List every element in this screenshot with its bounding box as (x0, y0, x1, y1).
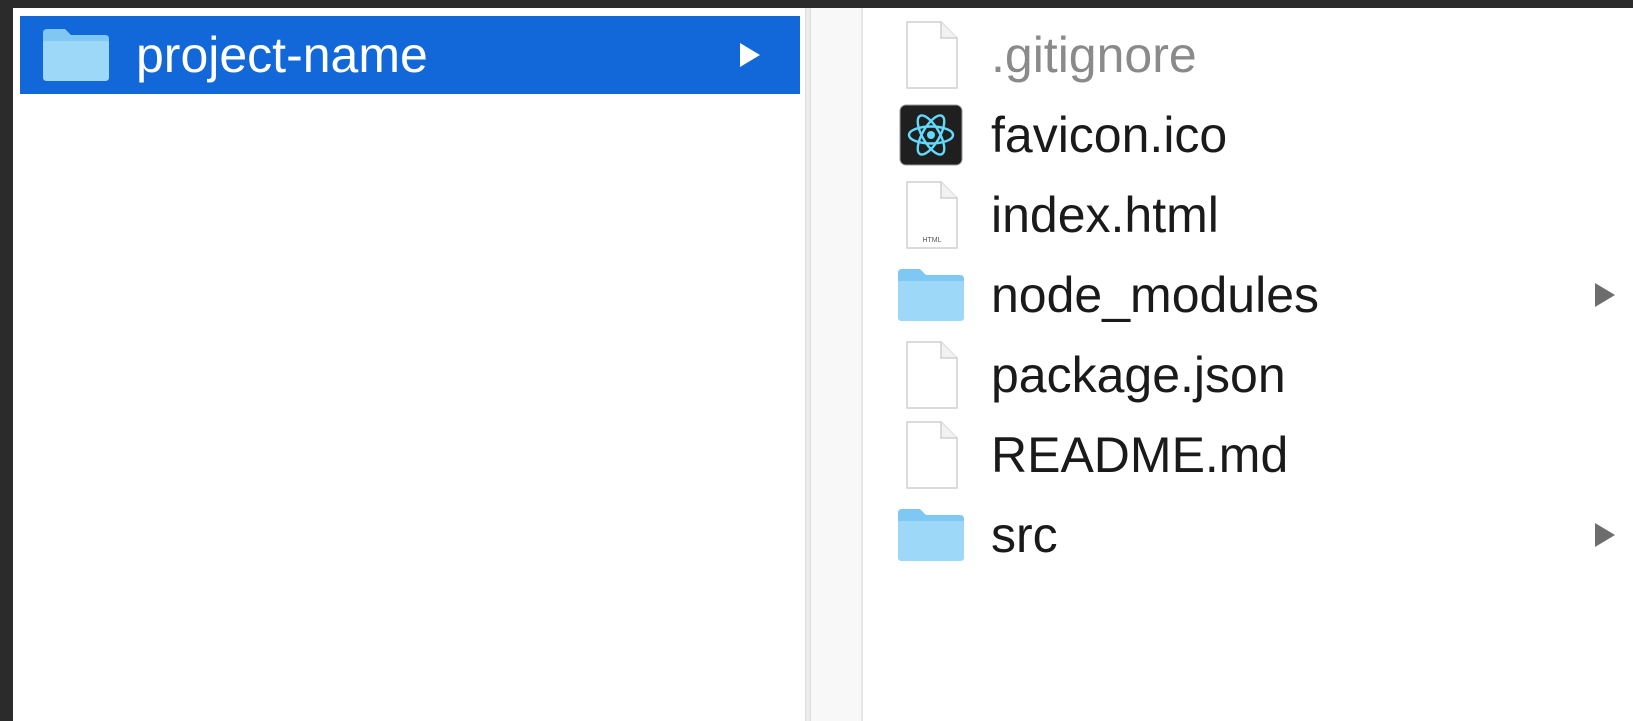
file-name: README.md (991, 427, 1289, 483)
list-item-gitignore[interactable]: .gitignore (895, 16, 1633, 94)
html-file-icon: HTML (895, 179, 967, 251)
folder-icon (40, 19, 112, 91)
file-name: index.html (991, 187, 1219, 243)
folder-name: project-name (136, 27, 428, 83)
folder-icon (895, 259, 967, 331)
folder-icon (895, 499, 967, 571)
chevron-right-icon (740, 43, 760, 67)
chevron-right-icon (1595, 283, 1615, 307)
list-item-favicon[interactable]: favicon.ico (895, 96, 1633, 174)
document-icon (895, 19, 967, 91)
list-item-node-modules[interactable]: node_modules (895, 256, 1633, 334)
html-badge: HTML (922, 237, 941, 244)
app-frame: project-name .gitignore favicon.ico HTML… (0, 0, 1633, 721)
document-icon (895, 339, 967, 411)
column-1[interactable]: project-name (13, 8, 805, 721)
react-icon (895, 99, 967, 171)
list-item-project-name[interactable]: project-name (20, 16, 800, 94)
folder-name: src (991, 507, 1058, 563)
document-icon (895, 419, 967, 491)
list-item-index-html[interactable]: HTML index.html (895, 176, 1633, 254)
column-gutter (811, 8, 861, 721)
file-name: favicon.ico (991, 107, 1228, 163)
folder-name: node_modules (991, 267, 1320, 323)
list-item-package-json[interactable]: package.json (895, 336, 1633, 414)
file-name: package.json (991, 347, 1286, 403)
chevron-right-icon (1595, 523, 1615, 547)
list-item-readme[interactable]: README.md (895, 416, 1633, 494)
finder-column-view: project-name .gitignore favicon.ico HTML… (13, 8, 1633, 721)
file-name: .gitignore (991, 27, 1197, 83)
list-item-src[interactable]: src (895, 496, 1633, 574)
column-2[interactable]: .gitignore favicon.ico HTML index.html n… (863, 8, 1633, 721)
